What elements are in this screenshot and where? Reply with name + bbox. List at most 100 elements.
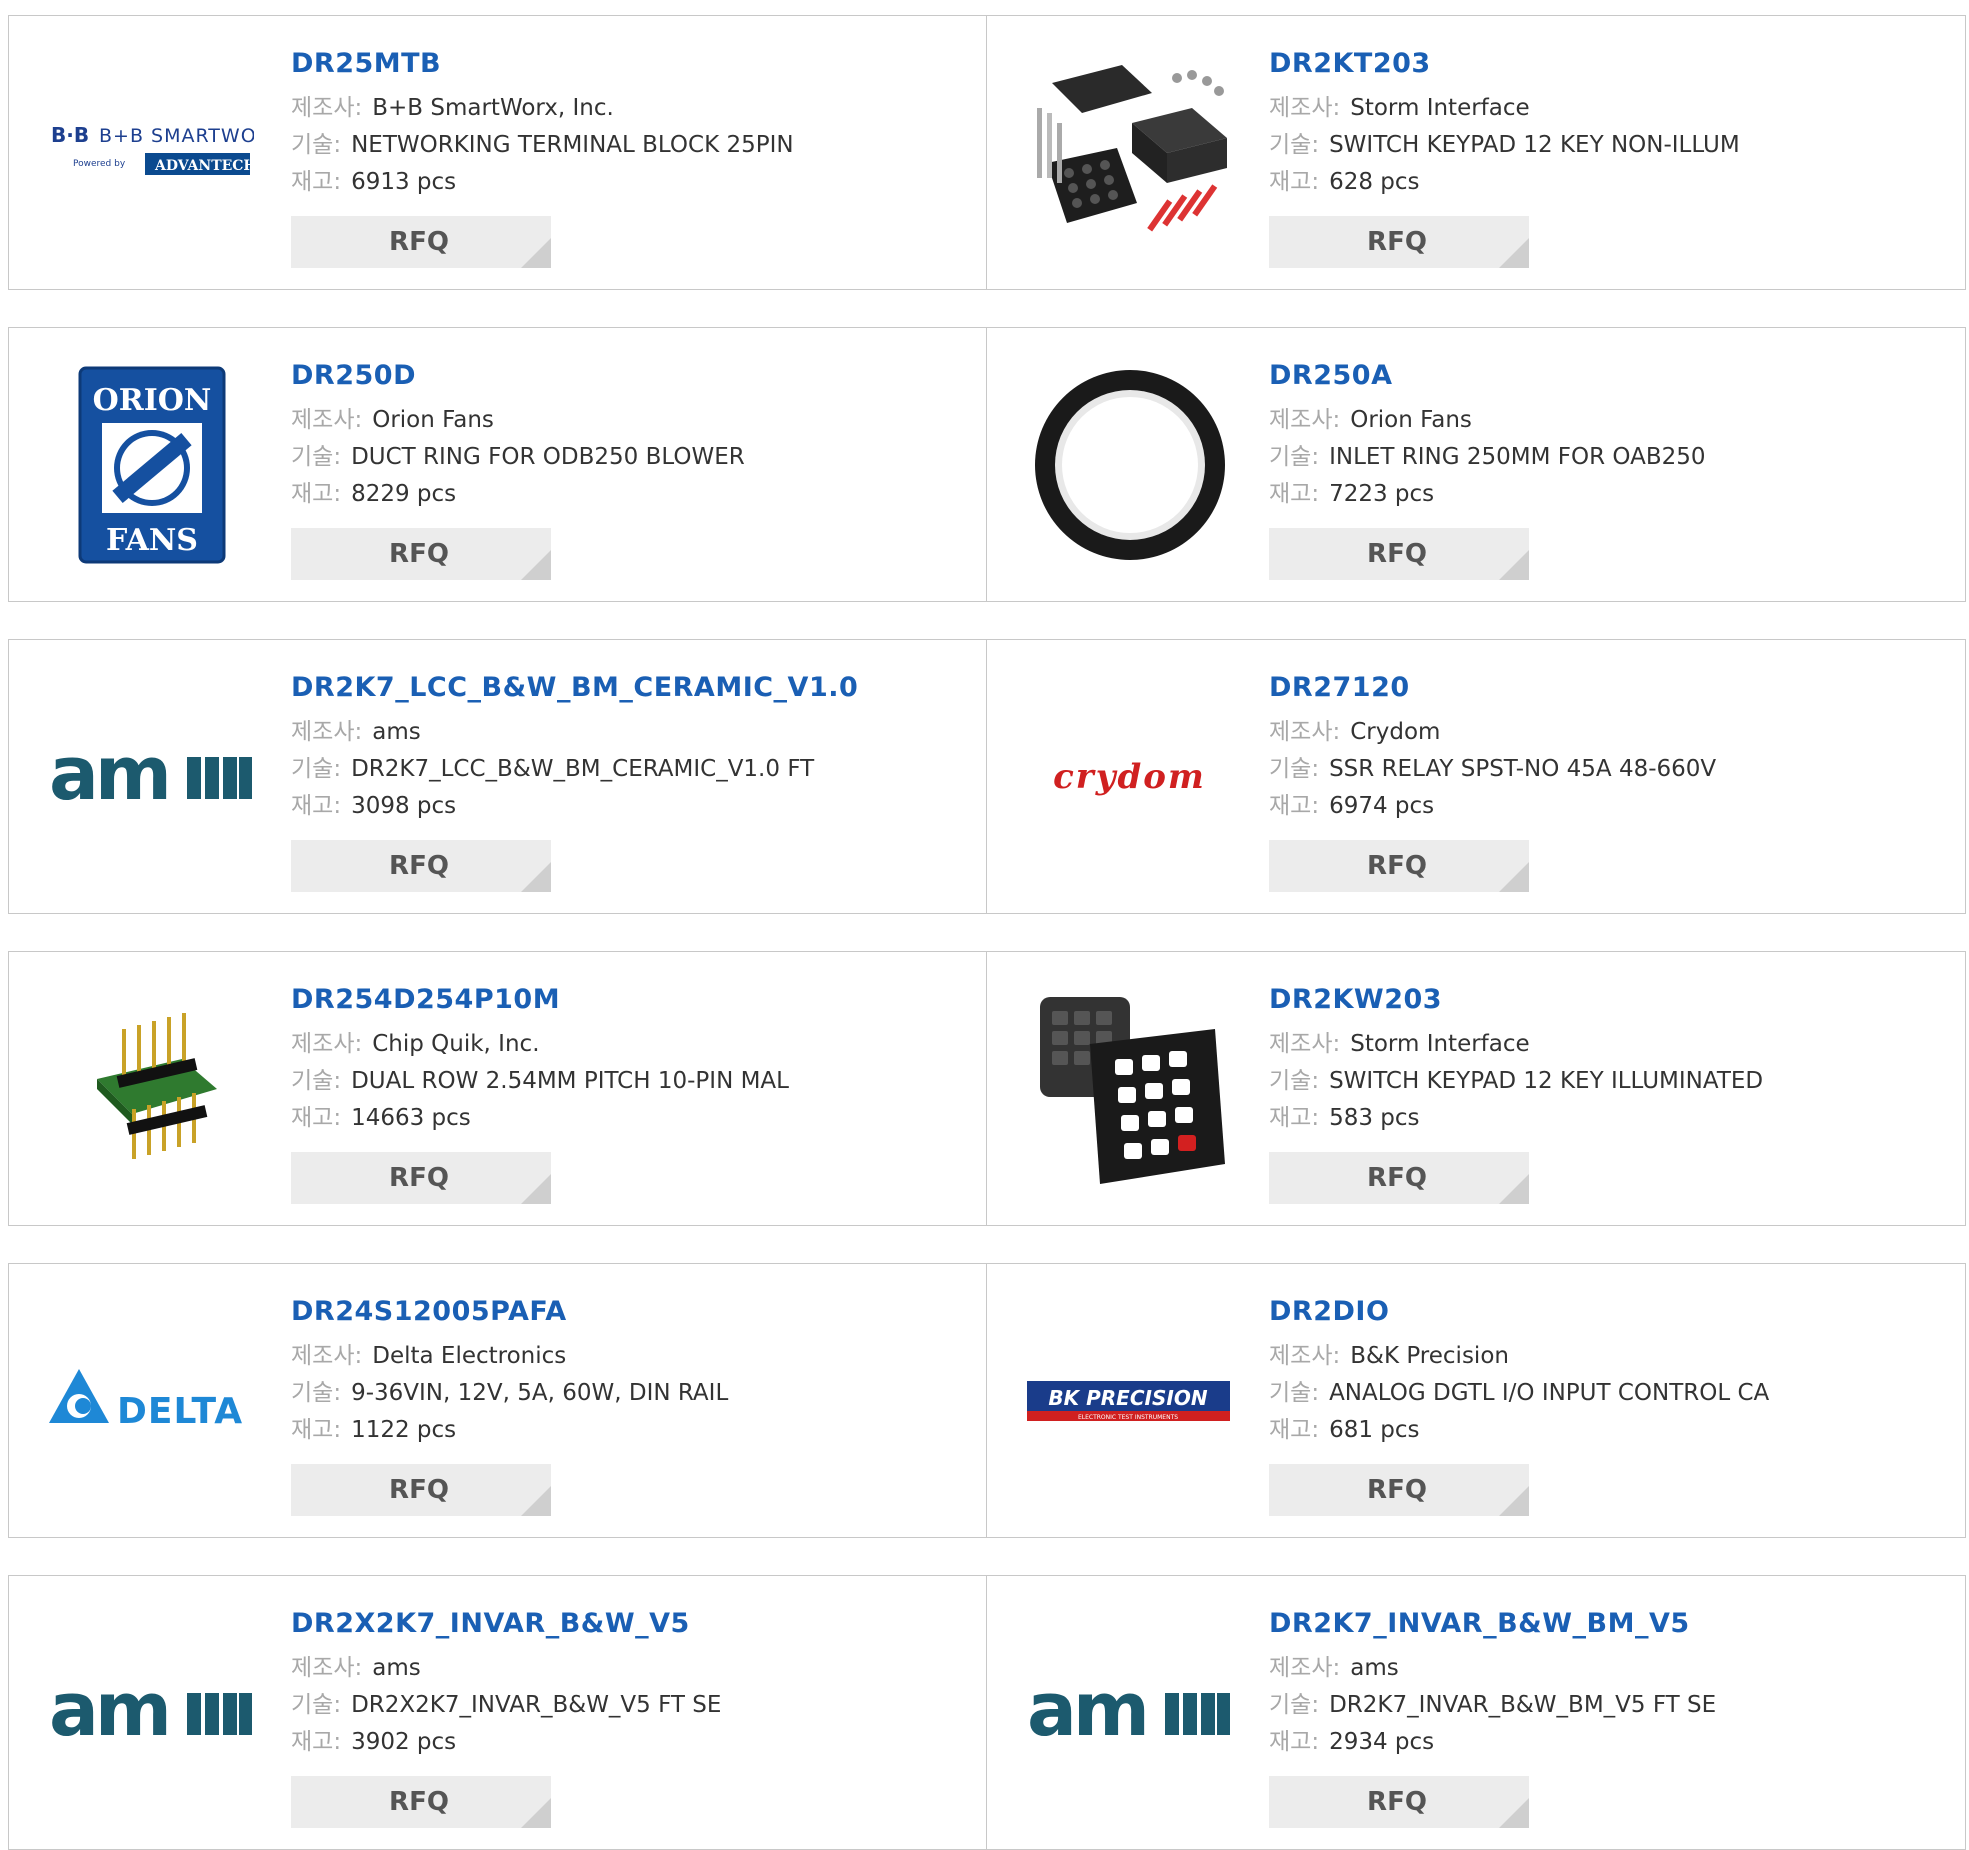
manufacturer-value: Storm Interface	[1350, 1031, 1530, 1057]
manufacturer-label: 제조사:	[1269, 719, 1341, 745]
rfq-label: RFQ	[389, 539, 449, 569]
manufacturer-label: 제조사:	[1269, 407, 1341, 433]
stock-value: 583 pcs	[1329, 1105, 1420, 1131]
part-number-link[interactable]: DR2KT203	[1269, 46, 1949, 82]
part-number-link[interactable]: DR2DIO	[1269, 1294, 1949, 1330]
part-number-link[interactable]: DR27120	[1269, 670, 1949, 706]
manufacturer-value: ams	[372, 1655, 421, 1681]
part-number-link[interactable]: DR250D	[291, 358, 971, 394]
stock-label: 재고:	[1269, 793, 1320, 819]
product-photo-keypad-kit	[1027, 53, 1232, 253]
stock-value: 3098 pcs	[351, 793, 457, 819]
rfq-label: RFQ	[389, 851, 449, 881]
manufacturer-label: 제조사:	[1269, 1343, 1341, 1369]
rfq-label: RFQ	[389, 1475, 449, 1505]
part-number-link[interactable]: DR254D254P10M	[291, 982, 971, 1018]
rfq-button[interactable]: RFQ	[1269, 528, 1529, 580]
manufacturer-logo-delta: DELTA	[49, 1301, 254, 1501]
part-number-link[interactable]: DR2K7_INVAR_B&W_BM_V5	[1269, 1606, 1949, 1642]
description-value: SSR RELAY SPST-NO 45A 48-660V	[1329, 756, 1717, 782]
corner-triangle-icon	[521, 1174, 551, 1204]
description-label: 기술:	[291, 756, 342, 782]
stock-value: 7223 pcs	[1329, 481, 1435, 507]
description-line: 기술: NETWORKING TERMINAL BLOCK 25PIN	[291, 127, 971, 164]
rfq-button[interactable]: RFQ	[1269, 1152, 1529, 1204]
product-row: DELTA DR24S12005PAFA 제조사: Delta Electroni…	[8, 1263, 1966, 1538]
corner-triangle-icon	[1499, 1798, 1529, 1828]
description-line: 기술: ANALOG DGTL I/O INPUT CONTROL CA	[1269, 1375, 1949, 1412]
part-number-link[interactable]: DR2K7_LCC_B&W_BM_CERAMIC_V1.0	[291, 670, 971, 706]
stock-line: 재고: 3902 pcs	[291, 1724, 971, 1761]
manufacturer-line: 제조사: Delta Electronics	[291, 1338, 971, 1375]
rfq-button[interactable]: RFQ	[1269, 1776, 1529, 1828]
rfq-button[interactable]: RFQ	[1269, 840, 1529, 892]
corner-triangle-icon	[1499, 550, 1529, 580]
manufacturer-label: 제조사:	[291, 719, 363, 745]
manufacturer-line: 제조사: Chip Quik, Inc.	[291, 1026, 971, 1063]
description-label: 기술:	[1269, 756, 1320, 782]
stock-label: 재고:	[1269, 169, 1320, 195]
description-line: 기술: SWITCH KEYPAD 12 KEY NON-ILLUM	[1269, 127, 1949, 164]
description-line: 기술: SSR RELAY SPST-NO 45A 48-660V	[1269, 751, 1949, 788]
product-card: ORION FANS DR250D 제조사: Orion Fans 기술: DUCT…	[8, 327, 987, 602]
description-value: SWITCH KEYPAD 12 KEY ILLUMINATED	[1329, 1068, 1764, 1094]
product-photo-pin-header	[49, 989, 254, 1189]
corner-triangle-icon	[1499, 1174, 1529, 1204]
rfq-button[interactable]: RFQ	[291, 1464, 551, 1516]
manufacturer-value: Chip Quik, Inc.	[372, 1031, 540, 1057]
stock-label: 재고:	[291, 1729, 342, 1755]
manufacturer-value: Crydom	[1350, 719, 1441, 745]
part-number-link[interactable]: DR2X2K7_INVAR_B&W_V5	[291, 1606, 971, 1642]
stock-label: 재고:	[291, 1417, 342, 1443]
rfq-button[interactable]: RFQ	[291, 1152, 551, 1204]
part-number-link[interactable]: DR25MTB	[291, 46, 971, 82]
stock-label: 재고:	[291, 793, 342, 819]
manufacturer-line: 제조사: ams	[291, 1650, 971, 1687]
manufacturer-logo-ams: am	[1027, 1613, 1232, 1813]
description-value: DUAL ROW 2.54MM PITCH 10-PIN MAL	[351, 1068, 789, 1094]
part-number-link[interactable]: DR2KW203	[1269, 982, 1949, 1018]
manufacturer-logo-bk-precision: BK PRECISION ELECTRONIC TEST INSTRUMENTS	[1027, 1301, 1232, 1501]
corner-triangle-icon	[521, 550, 551, 580]
product-card: DR254D254P10M 제조사: Chip Quik, Inc. 기술: DUA…	[8, 951, 987, 1226]
description-value: DR2K7_INVAR_B&W_BM_V5 FT SE	[1329, 1692, 1717, 1718]
part-number-link[interactable]: DR250A	[1269, 358, 1949, 394]
manufacturer-label: 제조사:	[1269, 95, 1341, 121]
stock-line: 재고: 6974 pcs	[1269, 788, 1949, 825]
part-number-link[interactable]: DR24S12005PAFA	[291, 1294, 971, 1330]
svg-text:ELECTRONIC TEST INSTRUMENTS: ELECTRONIC TEST INSTRUMENTS	[1078, 1414, 1178, 1421]
manufacturer-label: 제조사:	[291, 1655, 363, 1681]
description-value: DR2X2K7_INVAR_B&W_V5 FT SE	[351, 1692, 722, 1718]
rfq-label: RFQ	[1367, 1787, 1427, 1817]
stock-label: 재고:	[1269, 1417, 1320, 1443]
stock-label: 재고:	[291, 481, 342, 507]
rfq-button[interactable]: RFQ	[1269, 216, 1529, 268]
rfq-label: RFQ	[389, 227, 449, 257]
manufacturer-label: 제조사:	[291, 1031, 363, 1057]
product-card: DR250A 제조사: Orion Fans 기술: INLET RING 250M…	[987, 327, 1966, 602]
manufacturer-label: 제조사:	[1269, 1655, 1341, 1681]
svg-text:B+B SMARTWORX: B+B SMARTWORX	[99, 125, 254, 147]
product-card: crydom DR27120 제조사: Crydom 기술: SSR RELAY S…	[987, 639, 1966, 914]
manufacturer-logo-orion-fans: ORION FANS	[49, 365, 254, 565]
rfq-button[interactable]: RFQ	[1269, 1464, 1529, 1516]
corner-triangle-icon	[1499, 862, 1529, 892]
product-row: am DR2K7_LCC_B&W_BM_CERAMIC_V1.0 제조사:am	[8, 639, 1966, 914]
manufacturer-label: 제조사:	[291, 407, 363, 433]
description-label: 기술:	[291, 132, 342, 158]
product-card: DR2KT203 제조사: Storm Interface 기술: SWITCH K…	[987, 15, 1966, 290]
corner-triangle-icon	[521, 1486, 551, 1516]
description-line: 기술: 9-36VIN, 12V, 5A, 60W, DIN RAIL	[291, 1375, 971, 1412]
rfq-button[interactable]: RFQ	[291, 840, 551, 892]
manufacturer-value: Orion Fans	[372, 407, 494, 433]
corner-triangle-icon	[521, 1798, 551, 1828]
stock-label: 재고:	[1269, 1729, 1320, 1755]
rfq-button[interactable]: RFQ	[291, 1776, 551, 1828]
rfq-button[interactable]: RFQ	[291, 528, 551, 580]
svg-text:am: am	[49, 1673, 168, 1753]
stock-value: 6974 pcs	[1329, 793, 1435, 819]
corner-triangle-icon	[521, 862, 551, 892]
rfq-button[interactable]: RFQ	[291, 216, 551, 268]
stock-value: 681 pcs	[1329, 1417, 1420, 1443]
manufacturer-line: 제조사: B+B SmartWorx, Inc.	[291, 90, 971, 127]
